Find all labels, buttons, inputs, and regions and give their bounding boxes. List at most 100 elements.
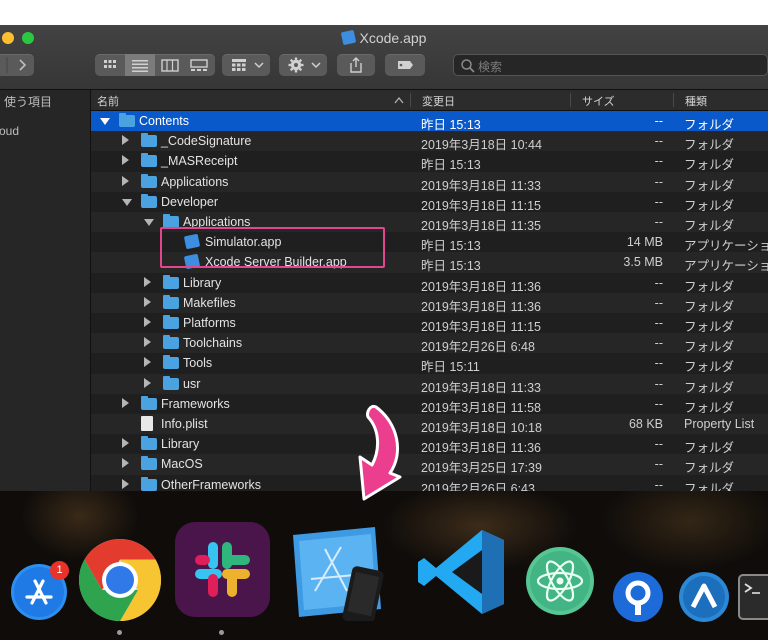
file-row[interactable]: _MASReceipt 昨日 15:13 -- フォルダ — [91, 151, 768, 173]
file-kind: アプリケーション — [684, 259, 768, 274]
file-row[interactable]: Contents 昨日 15:13 -- フォルダ — [91, 111, 768, 132]
file-date: 2019年3月18日 10:18 — [421, 421, 542, 435]
file-name: Info.plist — [161, 417, 208, 431]
folder-icon — [141, 153, 157, 168]
disclosure-triangle-closed-icon[interactable] — [122, 135, 129, 146]
disclosure-triangle-closed-icon[interactable] — [144, 296, 151, 307]
slack-icon[interactable] — [175, 522, 270, 617]
back-forward-control[interactable] — [0, 54, 34, 76]
folder-icon — [141, 456, 157, 471]
view-mode-segmented[interactable] — [95, 54, 215, 76]
disclosure-triangle-closed-icon[interactable] — [144, 377, 151, 388]
arrow-app-icon[interactable] — [678, 571, 730, 623]
disclosure-triangle-closed-icon[interactable] — [122, 175, 129, 186]
file-kind: フォルダ — [684, 138, 735, 153]
running-indicator — [219, 630, 224, 635]
folder-icon — [163, 315, 179, 329]
file-size: -- — [654, 437, 663, 452]
column-divider[interactable] — [570, 93, 571, 107]
disclosure-triangle-closed-icon[interactable] — [122, 155, 129, 166]
file-size: -- — [654, 376, 663, 391]
file-name: Makefiles — [183, 295, 236, 310]
sidebar-item-icloud[interactable]: oud — [0, 124, 19, 138]
file-kind: フォルダ — [684, 158, 735, 173]
folder-icon — [141, 395, 157, 410]
group-by-button[interactable] — [222, 54, 270, 76]
disclosure-triangle-closed-icon[interactable] — [144, 276, 151, 287]
folder-icon — [163, 355, 179, 370]
disclosure-triangle-open-icon[interactable] — [122, 198, 132, 206]
grid-group-icon — [232, 59, 264, 71]
file-row[interactable]: Applications 2019年3月18日 11:33 -- フォルダ — [91, 171, 768, 193]
file-size: 3.5 MB — [623, 255, 663, 270]
tag-icon — [398, 61, 413, 69]
action-menu-button[interactable] — [279, 54, 327, 76]
file-kind: フォルダ — [684, 380, 735, 395]
column-header-date[interactable]: 変更日 — [422, 93, 455, 109]
search-field[interactable]: 検索 — [453, 54, 768, 76]
file-row[interactable]: usr 2019年3月18日 11:33 -- フォルダ — [91, 373, 768, 395]
file-date: 2019年3月18日 11:33 — [421, 178, 541, 193]
edit-tags-button[interactable] — [385, 54, 425, 76]
file-row[interactable]: Developer 2019年3月18日 11:15 -- フォルダ — [91, 192, 768, 213]
column-divider[interactable] — [410, 93, 411, 107]
file-kind: フォルダ — [684, 400, 735, 415]
file-row[interactable]: _CodeSignature 2019年3月18日 10:44 -- フォルダ — [91, 131, 768, 153]
sidebar-section-favorites[interactable]: 使う項目 — [4, 93, 52, 110]
file-date: 2019年3月18日 11:58 — [421, 400, 541, 415]
disclosure-triangle-closed-icon[interactable] — [144, 357, 151, 368]
file-size: -- — [654, 356, 663, 371]
chrome-icon[interactable] — [78, 538, 162, 622]
file-date: 2019年3月18日 11:36 — [421, 441, 541, 456]
sort-ascending-icon — [394, 96, 404, 104]
xcode-app-icon — [340, 29, 356, 46]
file-kind: フォルダ — [684, 279, 735, 294]
column-header-kind[interactable]: 種類 — [685, 93, 707, 109]
column-divider[interactable] — [673, 93, 674, 107]
disclosure-triangle-closed-icon[interactable] — [144, 317, 151, 327]
file-row[interactable]: Makefiles 2019年3月18日 11:36 -- フォルダ — [91, 292, 768, 314]
file-kind: フォルダ — [684, 299, 735, 314]
sourcetree-icon[interactable] — [612, 571, 664, 623]
file-date: 2019年3月18日 11:36 — [421, 299, 541, 314]
disclosure-triangle-closed-icon[interactable] — [122, 397, 129, 408]
file-kind: フォルダ — [684, 118, 735, 132]
column-header-size[interactable]: サイズ — [582, 93, 615, 109]
share-icon — [350, 57, 362, 73]
disclosure-triangle-closed-icon[interactable] — [144, 337, 151, 348]
disclosure-triangle-open-icon[interactable] — [100, 118, 110, 125]
search-placeholder: 検索 — [478, 60, 503, 74]
file-date: 2019年3月18日 11:35 — [421, 219, 541, 233]
file-row[interactable]: Platforms 2019年3月18日 11:15 -- フォルダ — [91, 313, 768, 334]
search-icon — [461, 59, 475, 73]
vscode-icon[interactable] — [416, 526, 508, 618]
file-row[interactable]: Library 2019年3月18日 11:36 -- フォルダ — [91, 273, 768, 294]
share-button[interactable] — [337, 54, 375, 76]
xcode-icon[interactable] — [285, 521, 395, 626]
disclosure-triangle-closed-icon[interactable] — [122, 438, 129, 449]
folder-icon — [163, 375, 179, 390]
folder-icon — [141, 436, 157, 451]
disclosure-triangle-open-icon[interactable] — [144, 219, 154, 226]
file-size: -- — [654, 134, 663, 149]
atom-icon[interactable] — [525, 546, 595, 616]
file-date: 2019年3月25日 17:39 — [421, 461, 542, 476]
document-icon — [141, 416, 153, 431]
window-title-text: Xcode.app — [359, 30, 427, 46]
file-row[interactable]: Toolchains 2019年2月26日 6:48 -- フォルダ — [91, 333, 768, 355]
disclosure-triangle-closed-icon[interactable] — [122, 478, 129, 489]
file-size: -- — [654, 477, 663, 492]
file-kind: フォルダ — [684, 219, 735, 233]
file-row[interactable]: Tools 昨日 15:11 -- フォルダ — [91, 353, 768, 374]
file-size: -- — [654, 295, 663, 310]
file-date: 2019年2月26日 6:48 — [421, 340, 535, 355]
folder-icon — [163, 274, 179, 289]
app-store-icon[interactable]: 1 — [10, 561, 69, 621]
file-date: 2019年3月18日 11:36 — [421, 279, 541, 294]
file-size: 68 KB — [628, 417, 663, 431]
file-name: _CodeSignature — [161, 134, 252, 149]
file-size: -- — [654, 396, 663, 411]
disclosure-triangle-closed-icon[interactable] — [122, 458, 129, 469]
column-header-name[interactable]: 名前 — [97, 93, 119, 109]
terminal-icon[interactable] — [738, 574, 768, 620]
